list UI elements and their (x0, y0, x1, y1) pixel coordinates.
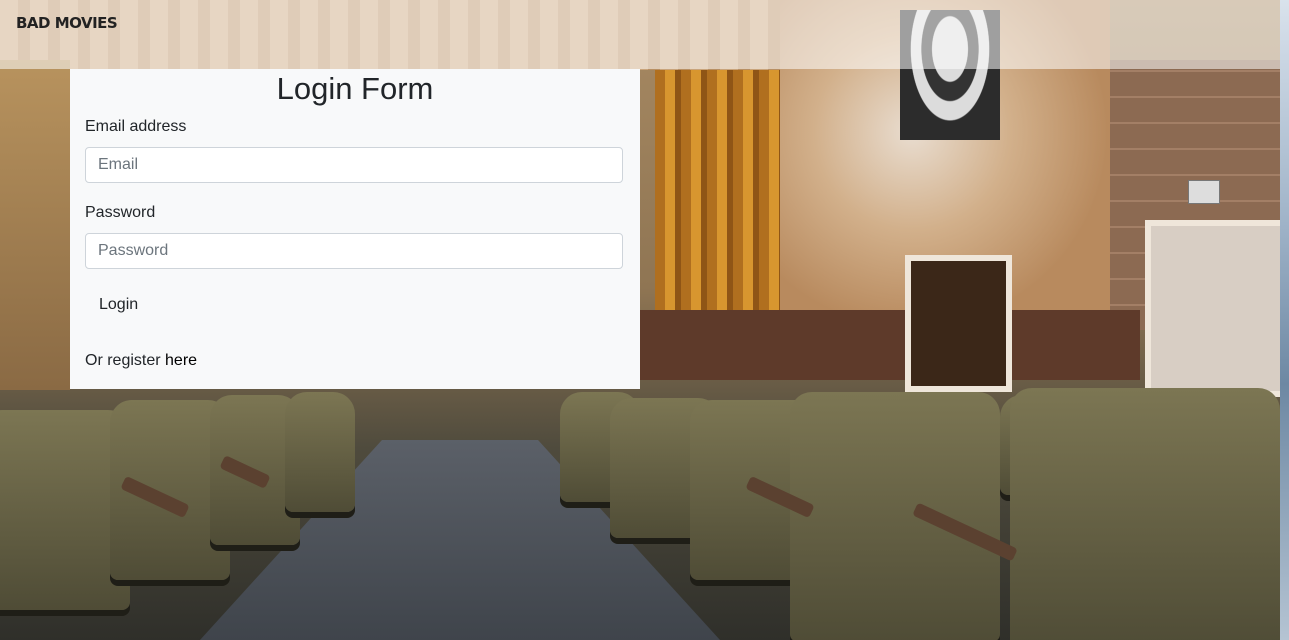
email-field[interactable] (85, 147, 623, 183)
stage-panel (640, 310, 1140, 380)
form-title: Login Form (276, 71, 434, 106)
right-edge-image (1280, 0, 1289, 640)
stage-curtain (655, 70, 780, 350)
seat (285, 392, 355, 512)
navbar: BAD MOVIES (0, 0, 1280, 69)
password-label: Password (85, 204, 156, 221)
left-wall (0, 60, 70, 390)
seat (790, 392, 1000, 640)
login-form: Login Form Email address Password Login … (70, 69, 640, 389)
email-label: Email address (85, 118, 187, 135)
side-door (1145, 220, 1289, 397)
seat (1010, 388, 1280, 640)
brand-logo[interactable]: BAD MOVIES (16, 14, 118, 32)
exit-sign (1188, 180, 1220, 204)
login-button[interactable]: Login (85, 289, 152, 321)
door (905, 255, 1012, 392)
password-field[interactable] (85, 233, 623, 269)
register-text: Or register (85, 352, 166, 369)
register-link[interactable]: here (165, 352, 197, 369)
register-prompt: Or register here (85, 352, 197, 370)
